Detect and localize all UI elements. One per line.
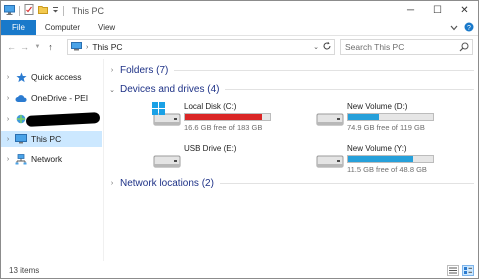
sidebar-item-this-pc[interactable]: › This PC: [1, 131, 102, 147]
back-arrow-icon[interactable]: ←: [5, 40, 18, 54]
sidebar-item-label: Network: [31, 154, 63, 164]
expand-chevron-icon[interactable]: ›: [3, 74, 13, 81]
tab-view[interactable]: View: [89, 20, 124, 35]
group-devices-and-drives[interactable]: ⌄ Devices and drives (4): [108, 84, 474, 95]
group-rule: [174, 70, 474, 71]
windows-drive-icon: [151, 101, 181, 131]
group-rule: [219, 183, 474, 184]
computer-icon: [4, 4, 15, 17]
drive-name: USB Drive (E:): [184, 144, 237, 153]
drive-tile-d[interactable]: New Volume (D:) 74.9 GB free of 119 GB: [314, 101, 434, 132]
forward-arrow-icon[interactable]: →: [18, 40, 31, 54]
expand-chevron-icon[interactable]: ›: [108, 67, 116, 74]
customize-toolbar-chevron-icon[interactable]: [52, 6, 59, 16]
item-count: 13 items: [9, 266, 40, 275]
view-switcher: [447, 265, 474, 276]
properties-icon[interactable]: [24, 4, 34, 17]
drive-free-space: 74.9 GB free of 119 GB: [347, 123, 425, 132]
computer-icon: [15, 133, 27, 145]
up-arrow-icon[interactable]: ↑: [44, 40, 57, 54]
expand-chevron-icon[interactable]: ›: [3, 136, 13, 143]
drive-name: New Volume (D:): [347, 102, 408, 111]
search-input[interactable]: Search This PC: [345, 42, 404, 52]
group-heading[interactable]: Folders (7): [120, 65, 168, 76]
group-rule: [225, 89, 474, 90]
drive-tile-y[interactable]: New Volume (Y:) 11.5 GB free of 48.8 GB: [314, 143, 434, 174]
drive-usage-bar: [347, 113, 434, 121]
tab-file[interactable]: File: [1, 20, 36, 35]
cloud-icon: [15, 92, 27, 104]
drive-free-space: 16.6 GB free of 183 GB: [184, 123, 263, 132]
sidebar-item-onedrive[interactable]: › OneDrive - PEI: [1, 90, 102, 106]
navigation-pane: › Quick access › OneDrive - PEI › › This…: [1, 59, 102, 261]
drive-free-space: 11.5 GB free of 48.8 GB: [347, 165, 427, 174]
ribbon-right-controls: ?: [450, 22, 474, 34]
drive-name: Local Disk (C:): [184, 102, 237, 111]
help-icon[interactable]: ?: [464, 22, 474, 34]
recent-locations-chevron-icon[interactable]: ▼: [31, 40, 44, 54]
close-button[interactable]: ✕: [451, 1, 478, 20]
computer-icon: [71, 41, 82, 53]
title-bar: This PC ─ ☐ ✕: [1, 1, 478, 20]
expand-chevron-icon[interactable]: ›: [108, 180, 116, 187]
tab-computer[interactable]: Computer: [36, 20, 89, 35]
hard-drive-icon: [314, 143, 344, 173]
sidebar-item-label: This PC: [31, 134, 62, 144]
breadcrumb-separator-icon[interactable]: ›: [86, 44, 88, 51]
search-icon[interactable]: [459, 42, 469, 54]
address-bar-controls: ⌄: [313, 41, 332, 53]
maximize-button[interactable]: ☐: [424, 1, 451, 20]
usb-drive-icon: [151, 143, 181, 173]
sidebar-item-label: Quick access: [31, 72, 82, 82]
search-box[interactable]: Search This PC: [340, 39, 473, 55]
drive-tile-c[interactable]: Local Disk (C:) 16.6 GB free of 183 GB: [151, 101, 271, 132]
group-heading[interactable]: Devices and drives (4): [120, 84, 219, 95]
network-icon: [15, 153, 27, 165]
collapse-chevron-icon[interactable]: ⌄: [108, 86, 116, 94]
separator: [63, 5, 64, 16]
drive-usage-bar: [347, 155, 434, 163]
navigation-bar: ← → ▼ ↑ › This PC ⌄ Search This PC: [1, 37, 478, 57]
details-view-icon[interactable]: [447, 265, 459, 276]
content-pane: › Folders (7) ⌄ Devices and drives (4) L: [104, 59, 478, 261]
drive-name: New Volume (Y:): [347, 144, 407, 153]
address-dropdown-chevron-icon[interactable]: ⌄: [313, 43, 319, 51]
ribbon-tabs: File Computer View ?: [1, 20, 478, 36]
tiles-view-icon[interactable]: [462, 265, 474, 276]
group-heading[interactable]: Network locations (2): [120, 178, 214, 189]
window-title: This PC: [72, 5, 105, 16]
minimize-button[interactable]: ─: [397, 1, 424, 20]
window-controls: ─ ☐ ✕: [397, 1, 478, 20]
address-bar[interactable]: › This PC ⌄: [67, 39, 335, 55]
file-explorer-window: This PC ─ ☐ ✕ File Computer View ? ← → ▼…: [0, 0, 479, 279]
drive-tile-e[interactable]: USB Drive (E:): [151, 143, 236, 173]
status-bar: 13 items: [1, 263, 478, 278]
expand-ribbon-chevron-icon[interactable]: [450, 23, 458, 33]
sidebar-item-network[interactable]: › Network: [1, 151, 102, 167]
group-folders[interactable]: › Folders (7): [108, 65, 474, 76]
expand-chevron-icon[interactable]: ›: [3, 156, 13, 163]
breadcrumb-this-pc[interactable]: This PC: [92, 42, 122, 52]
refresh-icon[interactable]: [322, 41, 332, 53]
drive-usage-bar: [184, 113, 271, 121]
svg-text:?: ?: [467, 25, 471, 32]
sidebar-item-label: OneDrive - PEI: [31, 93, 89, 103]
group-network-locations[interactable]: › Network locations (2): [108, 178, 474, 189]
new-folder-icon[interactable]: [38, 5, 48, 16]
star-icon: [15, 71, 27, 83]
hard-drive-icon: [314, 101, 344, 131]
expand-chevron-icon[interactable]: ›: [3, 116, 13, 123]
sidebar-item-quick-access[interactable]: › Quick access: [1, 69, 102, 85]
quick-access-toolbar: [1, 4, 64, 17]
separator: [19, 5, 20, 16]
expand-chevron-icon[interactable]: ›: [3, 95, 13, 102]
